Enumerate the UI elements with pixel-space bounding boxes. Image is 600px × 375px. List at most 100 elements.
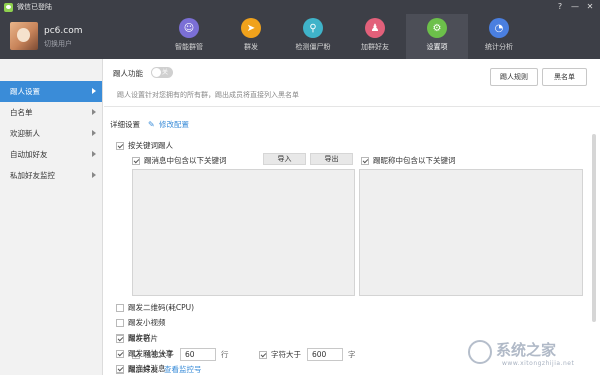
nav-label: 统计分析 — [485, 43, 513, 51]
small-video-label: 踢发小视频 — [128, 318, 166, 327]
chars-unit: 字 — [348, 350, 356, 359]
chevron-right-icon — [92, 130, 96, 136]
chars-greater-checkbox[interactable] — [259, 350, 267, 359]
close-button[interactable]: ✕ — [584, 1, 596, 12]
share-link-label: 踢发网址分享 — [128, 349, 173, 358]
nick-keyword-label: 踢昵称中包含以下关键词 — [373, 156, 456, 165]
chevron-right-icon — [92, 109, 96, 115]
nav-item-add-friends[interactable]: ♟ 加群好友 — [344, 14, 406, 59]
main-nav: ☺ 智能群管 ➤ 群发 ⚲ 检测僵尸粉 ♟ 加群好友 ⚙ 设置项 ◔ 统计分析 — [158, 14, 530, 59]
info-unit: 行 — [221, 350, 229, 359]
invalid-msg-checkbox[interactable] — [116, 364, 124, 373]
business-card-checkbox[interactable] — [116, 334, 124, 343]
nav-item-mass-send[interactable]: ➤ 群发 — [220, 14, 282, 59]
business-card-label: 踢发名片 — [128, 334, 158, 343]
nav-label: 设置项 — [426, 43, 448, 51]
robot-icon: ☺ — [179, 18, 199, 38]
info-lines-input[interactable]: 60 — [180, 348, 216, 361]
detail-settings-header: 详细设置 ✎ 修改配置 — [110, 119, 189, 130]
msg-keyword-row: 踢消息中包含以下关键词 — [132, 155, 227, 166]
main-panel: 踢人功能 关 踢人设置针对您拥有的所有群，踢出成员将直接列入黑名单 踢人规则 黑… — [104, 59, 600, 375]
watermark: 系统之家 www.xitongzhijia.net — [468, 335, 596, 371]
edit-config-label: 修改配置 — [159, 120, 189, 129]
nav-item-settings[interactable]: ⚙ 设置项 — [406, 14, 468, 59]
nav-label: 群发 — [244, 43, 258, 51]
invalid-msg-label: 踢连续消息 — [128, 364, 166, 373]
business-card-row: 踢发名片 — [116, 333, 158, 344]
export-button[interactable]: 导出 — [310, 153, 353, 165]
small-video-row: 踢发小视频 — [116, 317, 166, 328]
vertical-scrollbar[interactable] — [592, 134, 596, 322]
sidebar-item-private-monitor[interactable]: 私加好友监控 — [0, 165, 102, 186]
share-link-checkbox[interactable] — [116, 349, 124, 358]
sidebar-item-label: 踢人设置 — [10, 87, 40, 96]
msg-keyword-label: 踢消息中包含以下关键词 — [144, 156, 227, 165]
avatar[interactable] — [10, 22, 38, 50]
help-button[interactable]: ? — [554, 1, 566, 12]
nick-keyword-checkbox[interactable] — [361, 156, 369, 165]
sidebar-item-label: 私加好友监控 — [10, 171, 55, 180]
nav-item-zombie-check[interactable]: ⚲ 检测僵尸粉 — [282, 14, 344, 59]
profile-name: pc6.com — [44, 26, 83, 36]
sidebar-item-whitelist[interactable]: 白名单 — [0, 102, 102, 123]
scan-icon: ⚲ — [303, 18, 323, 38]
nick-keyword-row: 踢昵称中包含以下关键词 — [361, 155, 456, 166]
sidebar-item-auto-add[interactable]: 自动加好友 — [0, 144, 102, 165]
keyword-kick-checkbox[interactable] — [116, 141, 124, 150]
sidebar-item-label: 欢迎新人 — [10, 129, 40, 138]
nav-item-statistics[interactable]: ◔ 统计分析 — [468, 14, 530, 59]
blacklist-button[interactable]: 黑名单 — [542, 68, 587, 86]
sidebar-item-kick-settings[interactable]: 踢人设置 — [0, 81, 102, 102]
chars-greater-row: 字符大于 600 字 — [259, 348, 356, 361]
detail-settings-label: 详细设置 — [110, 120, 140, 129]
wechat-logo-icon — [4, 2, 13, 12]
nav-item-smart-group[interactable]: ☺ 智能群管 — [158, 14, 220, 59]
keyword-kick-row: 按关键词踢人 — [116, 140, 173, 151]
nick-keyword-textarea[interactable] — [359, 169, 583, 296]
view-monitor-link[interactable]: 查看监控号 — [164, 364, 202, 375]
kick-feature-description: 踢人设置针对您拥有的所有群，踢出成员将直接列入黑名单 — [117, 91, 299, 99]
kick-feature-label: 踢人功能 — [113, 69, 143, 78]
watermark-logo-icon — [468, 340, 492, 364]
kick-rules-button[interactable]: 踢人规则 — [490, 68, 538, 86]
msg-keyword-textarea[interactable] — [132, 169, 355, 296]
window-controls: ? — ✕ — [554, 1, 596, 12]
nav-label: 加群好友 — [361, 43, 389, 51]
qr-code-checkbox[interactable] — [116, 303, 124, 312]
toggle-state-text: 关 — [162, 69, 169, 76]
sidebar-item-label: 自动加好友 — [10, 150, 48, 159]
chars-count-input[interactable]: 600 — [307, 348, 343, 361]
pencil-icon: ✎ — [148, 119, 155, 129]
watermark-text: 系统之家 — [496, 341, 557, 359]
nav-label: 智能群管 — [175, 43, 203, 51]
sidebar-item-label: 白名单 — [10, 108, 33, 117]
send-icon: ➤ — [241, 18, 261, 38]
window-title: 微信已登陆 — [17, 3, 52, 11]
keyword-kick-label: 按关键词踢人 — [128, 141, 173, 150]
invalid-msg-row: 踢连续消息 — [116, 363, 166, 374]
kick-feature-section: 踢人功能 关 踢人设置针对您拥有的所有群，踢出成员将直接列入黑名单 踢人规则 黑… — [104, 59, 600, 107]
add-friend-icon: ♟ — [365, 18, 385, 38]
nav-label: 检测僵尸粉 — [295, 43, 331, 51]
small-video-checkbox[interactable] — [116, 318, 124, 327]
edit-config-link[interactable]: ✎ 修改配置 — [148, 119, 189, 130]
pie-chart-icon: ◔ — [489, 18, 509, 38]
profile: pc6.com 切换用户 — [10, 22, 82, 50]
import-button[interactable]: 导入 — [263, 153, 306, 165]
minimize-button[interactable]: — — [569, 1, 581, 12]
msg-keyword-checkbox[interactable] — [132, 156, 140, 165]
settings-icon: ⚙ — [427, 18, 447, 38]
switch-user-link[interactable]: 切换用户 — [44, 39, 82, 49]
qr-code-row: 踢发二维码(耗CPU) — [116, 302, 194, 313]
sidebar: 踢人设置 白名单 欢迎新人 自动加好友 私加好友监控 — [0, 59, 103, 375]
chars-greater-label: 字符大于 — [271, 350, 301, 359]
chevron-right-icon — [92, 151, 96, 157]
watermark-url: www.xitongzhijia.net — [502, 360, 575, 367]
share-link-row: 踢发网址分享 — [116, 348, 173, 359]
kick-feature-toggle[interactable]: 关 — [151, 67, 173, 78]
sidebar-item-welcome[interactable]: 欢迎新人 — [0, 123, 102, 144]
qr-code-label: 踢发二维码(耗CPU) — [128, 303, 195, 312]
chevron-right-icon — [92, 172, 96, 178]
header: pc6.com 切换用户 ☺ 智能群管 ➤ 群发 ⚲ 检测僵尸粉 ♟ 加群好友 … — [0, 14, 600, 59]
chevron-right-icon — [92, 88, 96, 94]
